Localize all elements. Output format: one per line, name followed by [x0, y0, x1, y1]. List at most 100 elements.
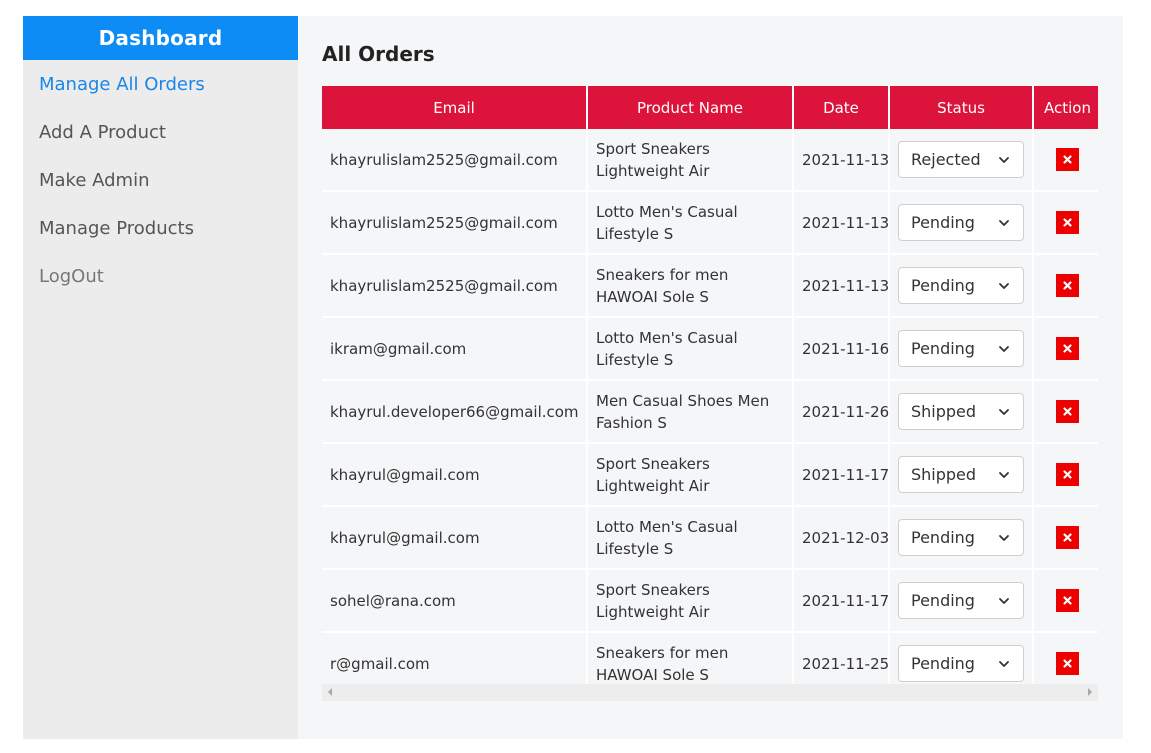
- close-icon: [1062, 469, 1073, 480]
- chevron-down-icon: [997, 468, 1011, 482]
- header-row: Email Product Name Date Status Action: [322, 86, 1098, 129]
- order-date: 2021-11-13: [793, 129, 890, 192]
- chevron-down-icon: [997, 279, 1011, 293]
- status-value: Pending: [911, 339, 975, 358]
- order-action-cell: [1033, 569, 1098, 633]
- order-status-cell: Pending: [889, 317, 1034, 381]
- sidebar-title: Dashboard: [23, 16, 298, 60]
- order-action-cell: [1033, 317, 1098, 381]
- status-select[interactable]: Pending: [898, 204, 1024, 241]
- chevron-down-icon: [997, 153, 1011, 167]
- order-product-name: Lotto Men's Casual Lifestyle S: [587, 506, 794, 570]
- product-name-line: Lotto Men's Casual: [596, 328, 738, 347]
- order-status-cell: Shipped: [889, 380, 1034, 444]
- status-value: Pending: [911, 276, 975, 295]
- status-select[interactable]: Pending: [898, 330, 1024, 367]
- horizontal-scrollbar[interactable]: [322, 684, 1098, 701]
- delete-order-button[interactable]: [1056, 589, 1079, 612]
- delete-order-button[interactable]: [1056, 400, 1079, 423]
- product-name-line: Sneakers for men: [596, 643, 729, 662]
- order-email: sohel@rana.com: [322, 569, 588, 633]
- order-action-cell: [1033, 380, 1098, 444]
- order-status-cell: Pending: [889, 506, 1034, 570]
- scroll-right-arrow-icon[interactable]: [1088, 688, 1092, 696]
- sidebar-item-logout[interactable]: LogOut: [23, 252, 298, 300]
- status-select[interactable]: Pending: [898, 519, 1024, 556]
- order-status-cell: Pending: [889, 254, 1034, 318]
- chevron-down-icon: [997, 216, 1011, 230]
- column-header-date: Date: [793, 86, 890, 129]
- order-status-cell: Pending: [889, 569, 1034, 633]
- order-product-name: Sneakers for men HAWOAI Sole S: [587, 254, 794, 318]
- column-header-email: Email: [322, 86, 588, 129]
- status-select[interactable]: Pending: [898, 267, 1024, 304]
- product-name-line: HAWOAI Sole S: [596, 665, 709, 684]
- sidebar-item-make-admin[interactable]: Make Admin: [23, 156, 298, 204]
- sidebar: Dashboard Manage All Orders Add A Produc…: [23, 16, 298, 739]
- close-icon: [1062, 406, 1073, 417]
- sidebar-item-manage-products[interactable]: Manage Products: [23, 204, 298, 252]
- order-date: 2021-12-03: [793, 506, 890, 570]
- order-status-cell: Pending: [889, 191, 1034, 255]
- table-row: khayrul.developer66@gmail.com Men Casual …: [322, 380, 1098, 444]
- order-email: ikram@gmail.com: [322, 317, 588, 381]
- delete-order-button[interactable]: [1056, 526, 1079, 549]
- status-select[interactable]: Pending: [898, 582, 1024, 619]
- order-status-cell: Shipped: [889, 443, 1034, 507]
- status-select[interactable]: Shipped: [898, 456, 1024, 493]
- order-email: khayrulislam2525@gmail.com: [322, 254, 588, 318]
- sidebar-item-manage-all-orders[interactable]: Manage All Orders: [23, 60, 298, 108]
- page-title: All Orders: [322, 42, 435, 66]
- close-icon: [1062, 658, 1073, 669]
- product-name-line: Lifestyle S: [596, 224, 674, 243]
- order-status-cell: Rejected: [889, 129, 1034, 192]
- order-action-cell: [1033, 254, 1098, 318]
- scroll-left-arrow-icon[interactable]: [328, 688, 332, 696]
- status-value: Pending: [911, 528, 975, 547]
- order-action-cell: [1033, 191, 1098, 255]
- status-value: Shipped: [911, 402, 977, 421]
- status-value: Rejected: [911, 150, 981, 169]
- product-name-line: Lightweight Air: [596, 602, 710, 621]
- close-icon: [1062, 154, 1073, 165]
- delete-order-button[interactable]: [1056, 211, 1079, 234]
- column-header-product-name: Product Name: [587, 86, 794, 129]
- orders-table-body: khayrulislam2525@gmail.com Sport Sneakers…: [322, 129, 1098, 696]
- sidebar-item-add-a-product[interactable]: Add A Product: [23, 108, 298, 156]
- table-row: khayrulislam2525@gmail.com Lotto Men's Ca…: [322, 191, 1098, 255]
- status-select[interactable]: Pending: [898, 645, 1024, 682]
- product-name-line: Sport Sneakers: [596, 139, 710, 158]
- delete-order-button[interactable]: [1056, 652, 1079, 675]
- chevron-down-icon: [997, 531, 1011, 545]
- column-header-action: Action: [1033, 86, 1098, 129]
- table-row: khayrul@gmail.com Lotto Men's Casual Lifes…: [322, 506, 1098, 570]
- chevron-down-icon: [997, 657, 1011, 671]
- delete-order-button[interactable]: [1056, 274, 1079, 297]
- status-value: Shipped: [911, 465, 977, 484]
- order-product-name: Sport Sneakers Lightweight Air: [587, 443, 794, 507]
- product-name-line: Sport Sneakers: [596, 454, 710, 473]
- order-action-cell: [1033, 129, 1098, 192]
- order-email: khayrul@gmail.com: [322, 443, 588, 507]
- order-date: 2021-11-26: [793, 380, 890, 444]
- status-select[interactable]: Shipped: [898, 393, 1024, 430]
- close-icon: [1062, 595, 1073, 606]
- order-date: 2021-11-17: [793, 569, 890, 633]
- order-email: khayrulislam2525@gmail.com: [322, 129, 588, 192]
- delete-order-button[interactable]: [1056, 463, 1079, 486]
- table-row: khayrul@gmail.com Sport Sneakers Lightweig…: [322, 443, 1098, 507]
- order-email: khayrulislam2525@gmail.com: [322, 191, 588, 255]
- product-name-line: Lightweight Air: [596, 476, 710, 495]
- status-select[interactable]: Rejected: [898, 141, 1024, 178]
- orders-table-head: Email Product Name Date Status Action: [322, 86, 1098, 129]
- orders-table: Email Product Name Date Status Action kh…: [322, 86, 1098, 696]
- delete-order-button[interactable]: [1056, 337, 1079, 360]
- order-date: 2021-11-13: [793, 254, 890, 318]
- order-product-name: Lotto Men's Casual Lifestyle S: [587, 317, 794, 381]
- table-row: khayrulislam2525@gmail.com Sport Sneakers…: [322, 129, 1098, 192]
- product-name-line: Men Casual Shoes Men: [596, 391, 770, 410]
- status-value: Pending: [911, 591, 975, 610]
- column-header-status: Status: [889, 86, 1034, 129]
- product-name-line: Lotto Men's Casual: [596, 517, 738, 536]
- delete-order-button[interactable]: [1056, 148, 1079, 171]
